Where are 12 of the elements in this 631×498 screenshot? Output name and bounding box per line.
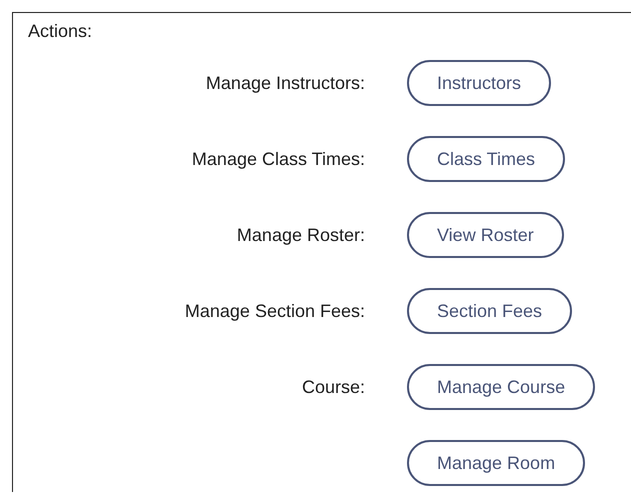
action-label: Manage Class Times:: [192, 148, 365, 171]
action-label: Manage Section Fees:: [184, 300, 365, 323]
action-label: Manage Roster:: [236, 224, 365, 247]
action-label: Course:: [302, 376, 365, 398]
action-button[interactable]: Manage Course: [407, 364, 596, 410]
action-button[interactable]: View Roster: [407, 212, 564, 258]
action-label: Manage Instructors:: [206, 72, 365, 95]
action-button[interactable]: Section Fees: [407, 288, 572, 334]
action-button[interactable]: Instructors: [407, 60, 552, 106]
panel-title: Actions:: [28, 20, 92, 43]
action-button[interactable]: Manage Room: [407, 440, 586, 486]
action-button[interactable]: Class Times: [407, 136, 566, 182]
